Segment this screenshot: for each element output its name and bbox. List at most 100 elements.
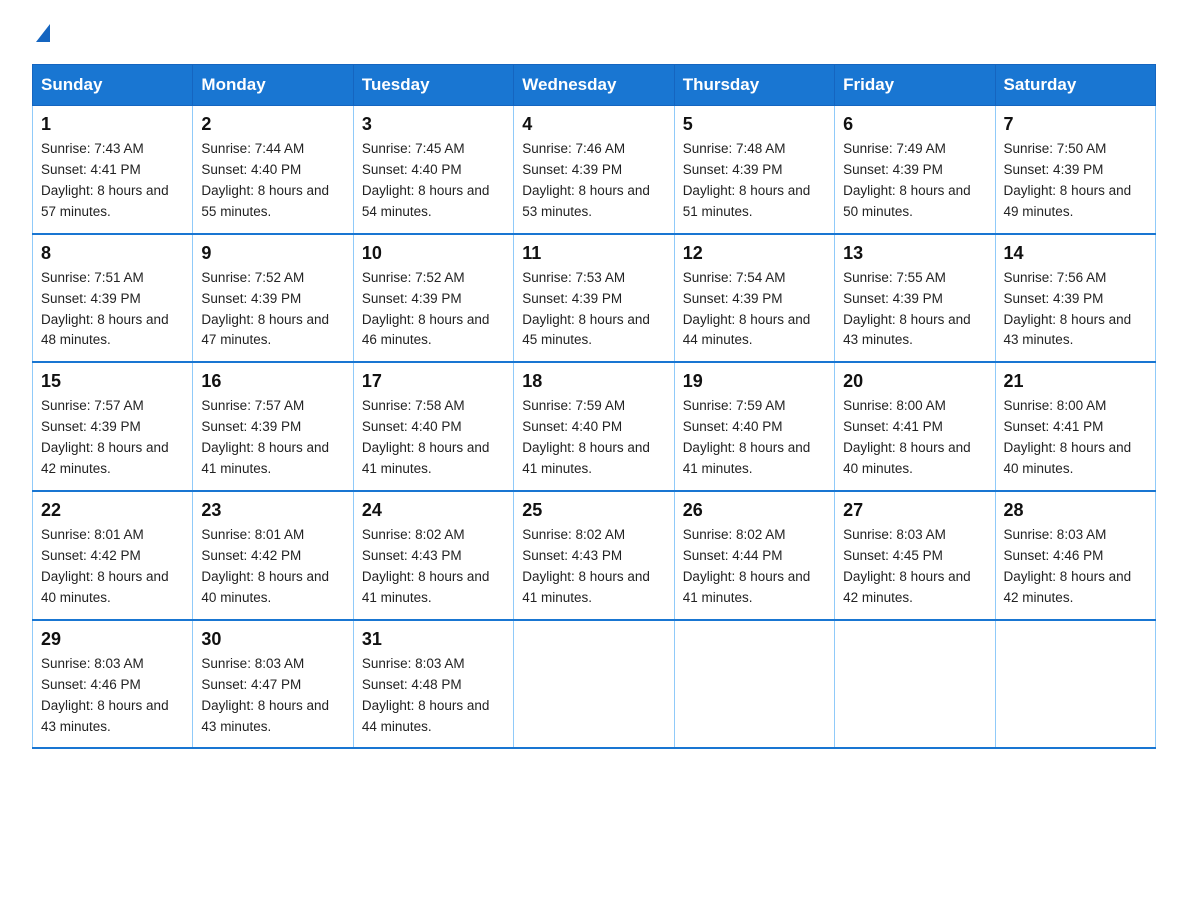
day-number: 15 bbox=[41, 371, 184, 392]
day-number: 1 bbox=[41, 114, 184, 135]
day-cell: 12 Sunrise: 7:54 AMSunset: 4:39 PMDaylig… bbox=[674, 234, 834, 363]
day-info: Sunrise: 7:45 AMSunset: 4:40 PMDaylight:… bbox=[362, 141, 490, 219]
day-cell: 29 Sunrise: 8:03 AMSunset: 4:46 PMDaylig… bbox=[33, 620, 193, 749]
day-number: 27 bbox=[843, 500, 986, 521]
day-cell: 26 Sunrise: 8:02 AMSunset: 4:44 PMDaylig… bbox=[674, 491, 834, 620]
day-number: 26 bbox=[683, 500, 826, 521]
day-cell bbox=[995, 620, 1155, 749]
day-info: Sunrise: 8:01 AMSunset: 4:42 PMDaylight:… bbox=[41, 527, 169, 605]
day-info: Sunrise: 7:49 AMSunset: 4:39 PMDaylight:… bbox=[843, 141, 971, 219]
page: SundayMondayTuesdayWednesdayThursdayFrid… bbox=[0, 0, 1188, 781]
day-info: Sunrise: 7:58 AMSunset: 4:40 PMDaylight:… bbox=[362, 398, 490, 476]
day-cell: 2 Sunrise: 7:44 AMSunset: 4:40 PMDayligh… bbox=[193, 106, 353, 234]
day-info: Sunrise: 8:03 AMSunset: 4:46 PMDaylight:… bbox=[1004, 527, 1132, 605]
day-cell: 1 Sunrise: 7:43 AMSunset: 4:41 PMDayligh… bbox=[33, 106, 193, 234]
day-info: Sunrise: 7:52 AMSunset: 4:39 PMDaylight:… bbox=[201, 270, 329, 348]
day-number: 17 bbox=[362, 371, 505, 392]
day-cell: 5 Sunrise: 7:48 AMSunset: 4:39 PMDayligh… bbox=[674, 106, 834, 234]
header-cell-monday: Monday bbox=[193, 65, 353, 106]
day-cell: 7 Sunrise: 7:50 AMSunset: 4:39 PMDayligh… bbox=[995, 106, 1155, 234]
day-cell: 8 Sunrise: 7:51 AMSunset: 4:39 PMDayligh… bbox=[33, 234, 193, 363]
day-info: Sunrise: 7:48 AMSunset: 4:39 PMDaylight:… bbox=[683, 141, 811, 219]
day-cell: 6 Sunrise: 7:49 AMSunset: 4:39 PMDayligh… bbox=[835, 106, 995, 234]
day-number: 25 bbox=[522, 500, 665, 521]
day-cell: 28 Sunrise: 8:03 AMSunset: 4:46 PMDaylig… bbox=[995, 491, 1155, 620]
day-number: 30 bbox=[201, 629, 344, 650]
day-cell: 31 Sunrise: 8:03 AMSunset: 4:48 PMDaylig… bbox=[353, 620, 513, 749]
day-info: Sunrise: 7:57 AMSunset: 4:39 PMDaylight:… bbox=[201, 398, 329, 476]
day-info: Sunrise: 8:03 AMSunset: 4:45 PMDaylight:… bbox=[843, 527, 971, 605]
header-row: SundayMondayTuesdayWednesdayThursdayFrid… bbox=[33, 65, 1156, 106]
day-info: Sunrise: 8:02 AMSunset: 4:44 PMDaylight:… bbox=[683, 527, 811, 605]
week-row-3: 15 Sunrise: 7:57 AMSunset: 4:39 PMDaylig… bbox=[33, 362, 1156, 491]
day-cell: 25 Sunrise: 8:02 AMSunset: 4:43 PMDaylig… bbox=[514, 491, 674, 620]
header-cell-tuesday: Tuesday bbox=[353, 65, 513, 106]
day-cell bbox=[514, 620, 674, 749]
day-number: 11 bbox=[522, 243, 665, 264]
header-cell-friday: Friday bbox=[835, 65, 995, 106]
day-cell: 19 Sunrise: 7:59 AMSunset: 4:40 PMDaylig… bbox=[674, 362, 834, 491]
day-cell: 20 Sunrise: 8:00 AMSunset: 4:41 PMDaylig… bbox=[835, 362, 995, 491]
logo bbox=[32, 24, 50, 44]
day-info: Sunrise: 8:00 AMSunset: 4:41 PMDaylight:… bbox=[843, 398, 971, 476]
day-info: Sunrise: 8:02 AMSunset: 4:43 PMDaylight:… bbox=[522, 527, 650, 605]
day-info: Sunrise: 7:56 AMSunset: 4:39 PMDaylight:… bbox=[1004, 270, 1132, 348]
header-cell-wednesday: Wednesday bbox=[514, 65, 674, 106]
day-info: Sunrise: 7:52 AMSunset: 4:39 PMDaylight:… bbox=[362, 270, 490, 348]
day-cell: 18 Sunrise: 7:59 AMSunset: 4:40 PMDaylig… bbox=[514, 362, 674, 491]
day-cell: 17 Sunrise: 7:58 AMSunset: 4:40 PMDaylig… bbox=[353, 362, 513, 491]
day-number: 31 bbox=[362, 629, 505, 650]
day-info: Sunrise: 7:46 AMSunset: 4:39 PMDaylight:… bbox=[522, 141, 650, 219]
day-cell: 14 Sunrise: 7:56 AMSunset: 4:39 PMDaylig… bbox=[995, 234, 1155, 363]
day-number: 6 bbox=[843, 114, 986, 135]
day-cell: 15 Sunrise: 7:57 AMSunset: 4:39 PMDaylig… bbox=[33, 362, 193, 491]
day-info: Sunrise: 7:59 AMSunset: 4:40 PMDaylight:… bbox=[522, 398, 650, 476]
day-cell: 16 Sunrise: 7:57 AMSunset: 4:39 PMDaylig… bbox=[193, 362, 353, 491]
week-row-2: 8 Sunrise: 7:51 AMSunset: 4:39 PMDayligh… bbox=[33, 234, 1156, 363]
day-number: 28 bbox=[1004, 500, 1147, 521]
day-info: Sunrise: 7:43 AMSunset: 4:41 PMDaylight:… bbox=[41, 141, 169, 219]
day-number: 8 bbox=[41, 243, 184, 264]
day-info: Sunrise: 8:02 AMSunset: 4:43 PMDaylight:… bbox=[362, 527, 490, 605]
day-number: 18 bbox=[522, 371, 665, 392]
day-cell: 4 Sunrise: 7:46 AMSunset: 4:39 PMDayligh… bbox=[514, 106, 674, 234]
day-info: Sunrise: 7:50 AMSunset: 4:39 PMDaylight:… bbox=[1004, 141, 1132, 219]
day-info: Sunrise: 8:03 AMSunset: 4:48 PMDaylight:… bbox=[362, 656, 490, 734]
header-cell-saturday: Saturday bbox=[995, 65, 1155, 106]
calendar-table: SundayMondayTuesdayWednesdayThursdayFrid… bbox=[32, 64, 1156, 749]
calendar-header: SundayMondayTuesdayWednesdayThursdayFrid… bbox=[33, 65, 1156, 106]
day-number: 2 bbox=[201, 114, 344, 135]
day-number: 9 bbox=[201, 243, 344, 264]
day-cell bbox=[835, 620, 995, 749]
day-number: 3 bbox=[362, 114, 505, 135]
day-cell: 22 Sunrise: 8:01 AMSunset: 4:42 PMDaylig… bbox=[33, 491, 193, 620]
day-info: Sunrise: 8:03 AMSunset: 4:47 PMDaylight:… bbox=[201, 656, 329, 734]
day-cell: 3 Sunrise: 7:45 AMSunset: 4:40 PMDayligh… bbox=[353, 106, 513, 234]
day-info: Sunrise: 7:51 AMSunset: 4:39 PMDaylight:… bbox=[41, 270, 169, 348]
day-cell bbox=[674, 620, 834, 749]
day-cell: 13 Sunrise: 7:55 AMSunset: 4:39 PMDaylig… bbox=[835, 234, 995, 363]
day-info: Sunrise: 7:44 AMSunset: 4:40 PMDaylight:… bbox=[201, 141, 329, 219]
day-info: Sunrise: 8:01 AMSunset: 4:42 PMDaylight:… bbox=[201, 527, 329, 605]
day-cell: 24 Sunrise: 8:02 AMSunset: 4:43 PMDaylig… bbox=[353, 491, 513, 620]
day-cell: 11 Sunrise: 7:53 AMSunset: 4:39 PMDaylig… bbox=[514, 234, 674, 363]
day-cell: 21 Sunrise: 8:00 AMSunset: 4:41 PMDaylig… bbox=[995, 362, 1155, 491]
day-info: Sunrise: 7:53 AMSunset: 4:39 PMDaylight:… bbox=[522, 270, 650, 348]
day-number: 14 bbox=[1004, 243, 1147, 264]
day-info: Sunrise: 7:57 AMSunset: 4:39 PMDaylight:… bbox=[41, 398, 169, 476]
day-number: 19 bbox=[683, 371, 826, 392]
calendar-body: 1 Sunrise: 7:43 AMSunset: 4:41 PMDayligh… bbox=[33, 106, 1156, 749]
day-number: 7 bbox=[1004, 114, 1147, 135]
day-number: 29 bbox=[41, 629, 184, 650]
day-number: 10 bbox=[362, 243, 505, 264]
day-info: Sunrise: 8:03 AMSunset: 4:46 PMDaylight:… bbox=[41, 656, 169, 734]
week-row-1: 1 Sunrise: 7:43 AMSunset: 4:41 PMDayligh… bbox=[33, 106, 1156, 234]
day-info: Sunrise: 7:59 AMSunset: 4:40 PMDaylight:… bbox=[683, 398, 811, 476]
day-cell: 10 Sunrise: 7:52 AMSunset: 4:39 PMDaylig… bbox=[353, 234, 513, 363]
day-cell: 23 Sunrise: 8:01 AMSunset: 4:42 PMDaylig… bbox=[193, 491, 353, 620]
week-row-5: 29 Sunrise: 8:03 AMSunset: 4:46 PMDaylig… bbox=[33, 620, 1156, 749]
day-info: Sunrise: 7:54 AMSunset: 4:39 PMDaylight:… bbox=[683, 270, 811, 348]
day-number: 12 bbox=[683, 243, 826, 264]
day-number: 20 bbox=[843, 371, 986, 392]
logo-triangle-icon bbox=[36, 24, 50, 42]
